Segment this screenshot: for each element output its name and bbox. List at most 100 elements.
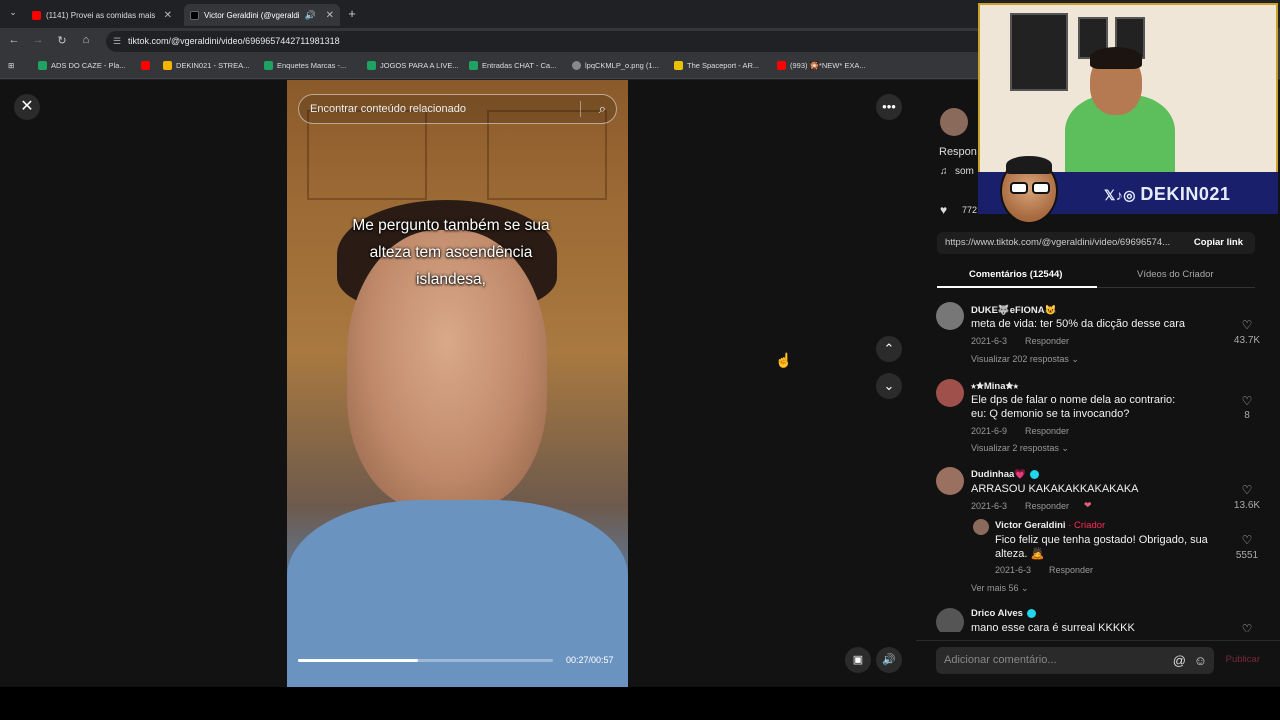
heart-icon[interactable]: ♡ (1232, 318, 1262, 332)
heart-icon[interactable]: ♡ (1232, 483, 1262, 497)
back-icon[interactable]: ← (7, 34, 21, 46)
reply-button[interactable]: Responder (1025, 336, 1069, 346)
reply-button[interactable]: Responder (1049, 565, 1093, 575)
share-link-url[interactable]: https://www.tiktok.com/@vgeraldini/video… (945, 237, 1180, 248)
spaceport-icon (674, 61, 683, 70)
like-count: 8 (1244, 410, 1250, 421)
comment-date: 2021-6-3 (971, 501, 1008, 511)
mascot-hat (1006, 156, 1052, 174)
search-placeholder: Encontrar conteúdo relacionado (310, 103, 466, 115)
sound-partial-text: som (955, 166, 974, 177)
address-bar[interactable]: ☰ tiktok.com/@vgeraldini/video/696965744… (106, 31, 986, 52)
bookmark-item[interactable]: The Spaceport - AR... (674, 61, 759, 70)
tab-title: (1141) Provei as comidas mais (46, 10, 156, 20)
creator-avatar[interactable] (940, 108, 968, 136)
bookmark-item[interactable]: Entradas CHAT - Ca... (469, 61, 556, 70)
sheets-icon (264, 61, 273, 70)
forward-icon[interactable]: → (31, 34, 45, 46)
like-count: 13.6K (1233, 500, 1261, 511)
bookmark-item[interactable]: Enquetes Marcas -... (264, 61, 346, 70)
heart-icon[interactable]: ♡ (1232, 394, 1262, 408)
view-more-replies-button[interactable]: Ver mais 56 ⌄ (971, 583, 1029, 594)
sheets-icon (469, 61, 478, 70)
copy-link-button[interactable]: Copiar link (1194, 237, 1243, 248)
close-icon[interactable]: ✕ (164, 10, 172, 21)
tab-title: Victor Geraldini (@vgeraldi (204, 10, 300, 20)
bookmark-item[interactable]: lpqCKMLP_o.png (1... (572, 61, 659, 70)
brand-name: 𝕏♪◎ DEKIN021 (1104, 184, 1231, 204)
video-time: 00:27/00:57 (566, 655, 614, 665)
commenter-name[interactable]: Dudinhaa💗 (971, 469, 1040, 480)
tab-creator-videos[interactable]: Vídeos do Criador (1137, 269, 1214, 280)
more-options-icon[interactable]: ••• (876, 94, 902, 120)
next-video-icon[interactable]: ⌄ (876, 373, 902, 399)
site-info-icon[interactable]: ☰ (113, 31, 121, 52)
reply-partial-text: Respon (939, 146, 977, 158)
comment-text: ARRASOU KAKAKAKKAKAKAKA (971, 483, 1139, 495)
bookmark-item[interactable] (141, 61, 154, 70)
tab-comments[interactable]: Comentários (12544) (969, 269, 1062, 280)
progress-fill (298, 659, 418, 662)
commenter-name[interactable]: ⭑✮Mina✮⭑ (971, 381, 1018, 392)
reload-icon[interactable]: ↻ (55, 34, 69, 47)
creator-reply-avatar[interactable] (973, 519, 989, 535)
bottom-strip (0, 687, 1280, 720)
progress-bar[interactable] (298, 659, 553, 662)
comment-composer: Adicionar comentário... @ ☺ Publicar (916, 640, 1280, 687)
bookmark-item[interactable]: JOGOS PARA A LIVE... (367, 61, 459, 70)
commenter-avatar[interactable] (936, 467, 964, 495)
active-tab-underline (937, 286, 1097, 288)
previous-video-icon[interactable]: ⌃ (876, 336, 902, 362)
reply-button[interactable]: Responder (1025, 426, 1069, 436)
mascot-logo (1000, 156, 1058, 224)
like-count-partial: 772 (962, 205, 978, 215)
caption-line: islandesa, (416, 271, 486, 288)
commenter-name[interactable]: Drico Alves (971, 608, 1036, 619)
heart-icon[interactable]: ♡ (1232, 622, 1262, 632)
reply-button[interactable]: Responder (1025, 501, 1069, 511)
tab-youtube[interactable]: (1141) Provei as comidas mais ✕ (26, 4, 178, 26)
emoji-icon[interactable]: ☺ (1194, 647, 1207, 674)
heart-icon[interactable]: ♡ (1232, 533, 1262, 547)
comment-input[interactable]: Adicionar comentário... @ ☺ (936, 647, 1214, 674)
like-icon[interactable]: ♥ (940, 203, 947, 217)
sheets-icon (38, 61, 47, 70)
bookmark-item[interactable]: (993) 🎇*NEW* EXA... (777, 61, 866, 70)
home-icon[interactable]: ⌂ (79, 34, 93, 46)
comment-date: 2021-6-9 (971, 426, 1008, 436)
youtube-icon (32, 10, 41, 20)
caption-line: alteza tem ascendência (369, 244, 533, 261)
tab-tiktok[interactable]: Victor Geraldini (@vgeraldi 🔊 ✕ (184, 4, 340, 26)
commenter-avatar[interactable] (936, 302, 964, 330)
search-icon[interactable]: ⌕ (599, 95, 606, 123)
bookmark-item[interactable]: DEKIN021 - STREA... (163, 61, 249, 70)
commenter-avatar[interactable] (936, 379, 964, 407)
post-button[interactable]: Publicar (1226, 654, 1260, 665)
new-tab-icon[interactable]: + (345, 6, 359, 21)
close-icon[interactable]: ✕ (326, 10, 334, 21)
related-search-input[interactable]: Encontrar conteúdo relacionado ⌕ (298, 94, 617, 124)
comment-list: DUKE🐺eFIONA😺 meta de vida: ter 50% da di… (916, 296, 1280, 632)
commenter-name[interactable]: DUKE🐺eFIONA😺 (971, 305, 1056, 316)
bookmark-item[interactable]: ADS DO CAZE - Pla... (38, 61, 126, 70)
sheets-icon (367, 61, 376, 70)
comment-text: Ele dps de falar o nome dela ao contrari… (971, 394, 1176, 420)
video-player[interactable] (287, 80, 628, 687)
commenter-name[interactable]: Victor Geraldini · Criador (995, 520, 1105, 531)
comment-text: mano esse cara é surreal KKKKK (971, 622, 1135, 632)
view-replies-button[interactable]: Visualizar 202 respostas ⌄ (971, 354, 1079, 365)
apps-icon[interactable]: ⊞ (8, 61, 14, 70)
panel-tabs: Comentários (12544) Vídeos do Criador (937, 264, 1255, 288)
volume-icon[interactable]: 🔊 (876, 647, 902, 673)
speaker-icon[interactable]: 🔊 (305, 10, 316, 21)
mention-icon[interactable]: @ (1173, 647, 1186, 674)
tab-search-icon[interactable]: ⌄ (6, 7, 20, 18)
close-icon[interactable]: ✕ (14, 94, 40, 120)
pip-icon[interactable]: ▣ (845, 647, 871, 673)
url-text: tiktok.com/@vgeraldini/video/69696574427… (128, 36, 340, 46)
commenter-avatar[interactable] (936, 608, 964, 632)
view-replies-button[interactable]: Visualizar 2 respostas ⌄ (971, 443, 1069, 454)
comment-text: Fico feliz que tenha gostado! Obrigado, … (995, 534, 1208, 560)
like-count: 43.7K (1233, 335, 1261, 346)
divider (580, 101, 581, 117)
